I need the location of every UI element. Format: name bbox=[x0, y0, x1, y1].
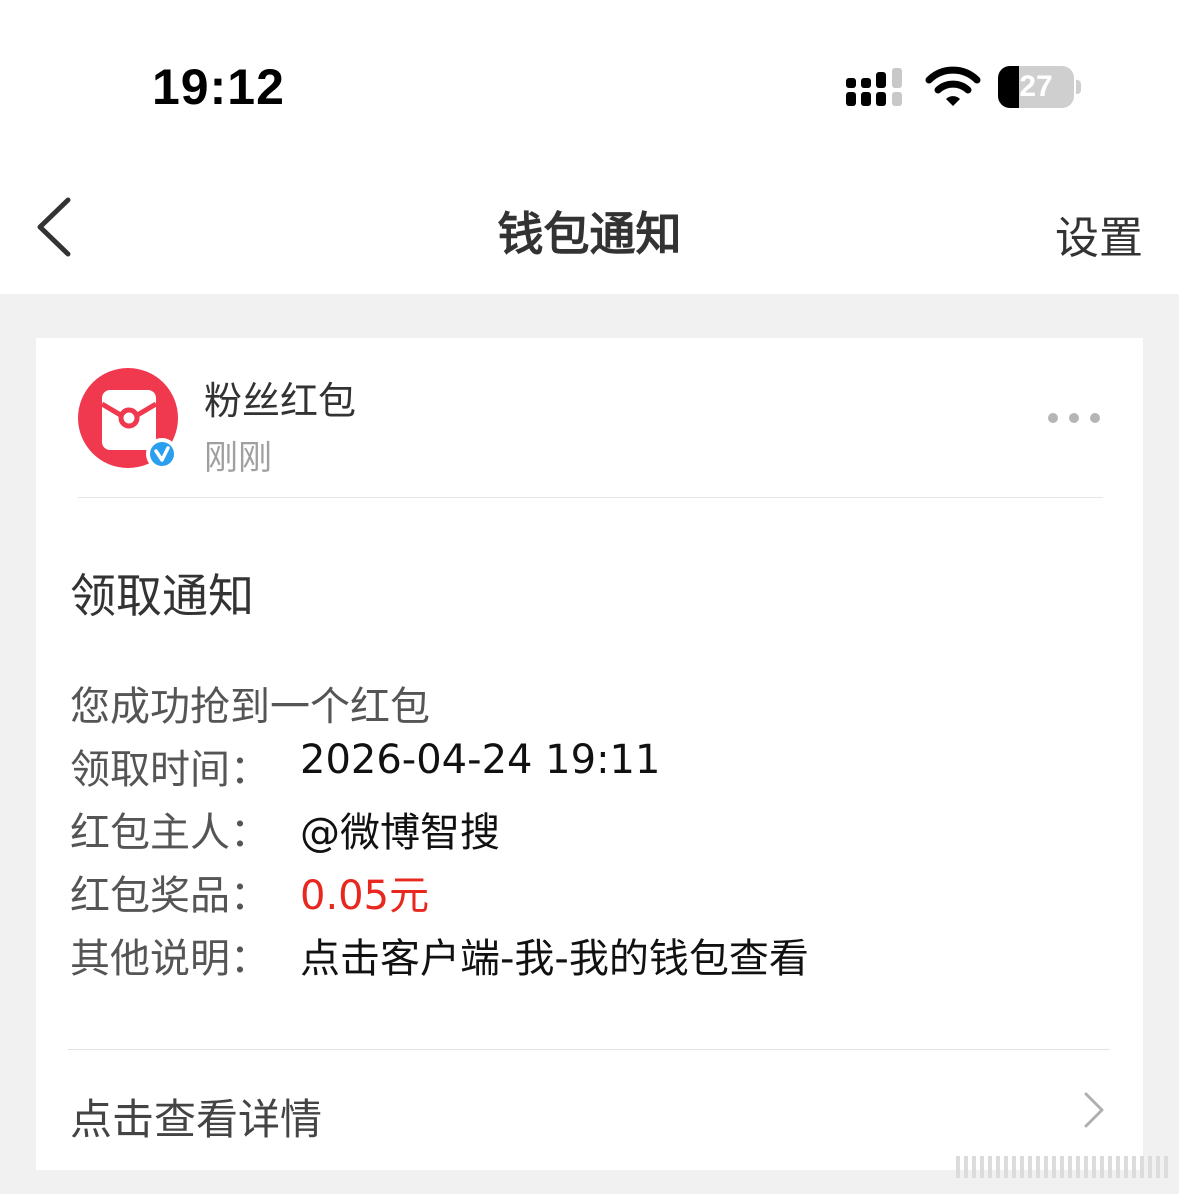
notice-intro-text: 您成功抢到一个红包 bbox=[70, 684, 430, 730]
status-time: 19:12 bbox=[152, 59, 285, 115]
owner-link[interactable]: @微博智搜 bbox=[300, 800, 500, 858]
field-value: 2026-04-24 19:11 bbox=[300, 737, 661, 783]
battery-icon: 27 bbox=[998, 66, 1074, 108]
notification-card: 粉丝红包 刚刚 领取通知 您成功抢到一个红包 领取时间： 2026-04-24 … bbox=[36, 338, 1143, 1170]
status-bar: 19:12 27 bbox=[0, 0, 1179, 160]
settings-button[interactable]: 设置 bbox=[1055, 202, 1143, 266]
prize-amount: 0.05元 bbox=[300, 873, 430, 919]
cellular-signal-icon bbox=[846, 68, 902, 106]
field-label: 其他说明： bbox=[70, 936, 270, 982]
chevron-right-icon bbox=[1084, 1092, 1104, 1128]
more-dot bbox=[1090, 413, 1100, 423]
notice-title: 领取通知 bbox=[70, 569, 254, 623]
field-label: 红包主人： bbox=[70, 810, 270, 856]
more-dot bbox=[1069, 413, 1079, 423]
more-dot bbox=[1048, 413, 1058, 423]
red-packet-avatar-icon[interactable] bbox=[78, 368, 182, 472]
field-label: 红包奖品： bbox=[70, 873, 270, 919]
more-dots-icon[interactable] bbox=[1044, 408, 1104, 428]
field-label: 领取时间： bbox=[70, 747, 270, 793]
nav-bar: 钱包通知 设置 bbox=[0, 160, 1179, 294]
wifi-icon bbox=[925, 66, 981, 106]
message-timestamp: 刚刚 bbox=[204, 438, 272, 478]
view-details-label: 点击查看详情 bbox=[70, 1095, 323, 1144]
header-divider bbox=[78, 497, 1103, 498]
battery-tip bbox=[1076, 80, 1081, 94]
battery-level: 27 bbox=[1019, 70, 1053, 103]
page-title: 钱包通知 bbox=[497, 207, 682, 261]
field-value: 点击客户端-我-我的钱包查看 bbox=[300, 936, 809, 982]
watermark-icon bbox=[956, 1156, 1168, 1178]
sender-name[interactable]: 粉丝红包 bbox=[204, 370, 356, 425]
